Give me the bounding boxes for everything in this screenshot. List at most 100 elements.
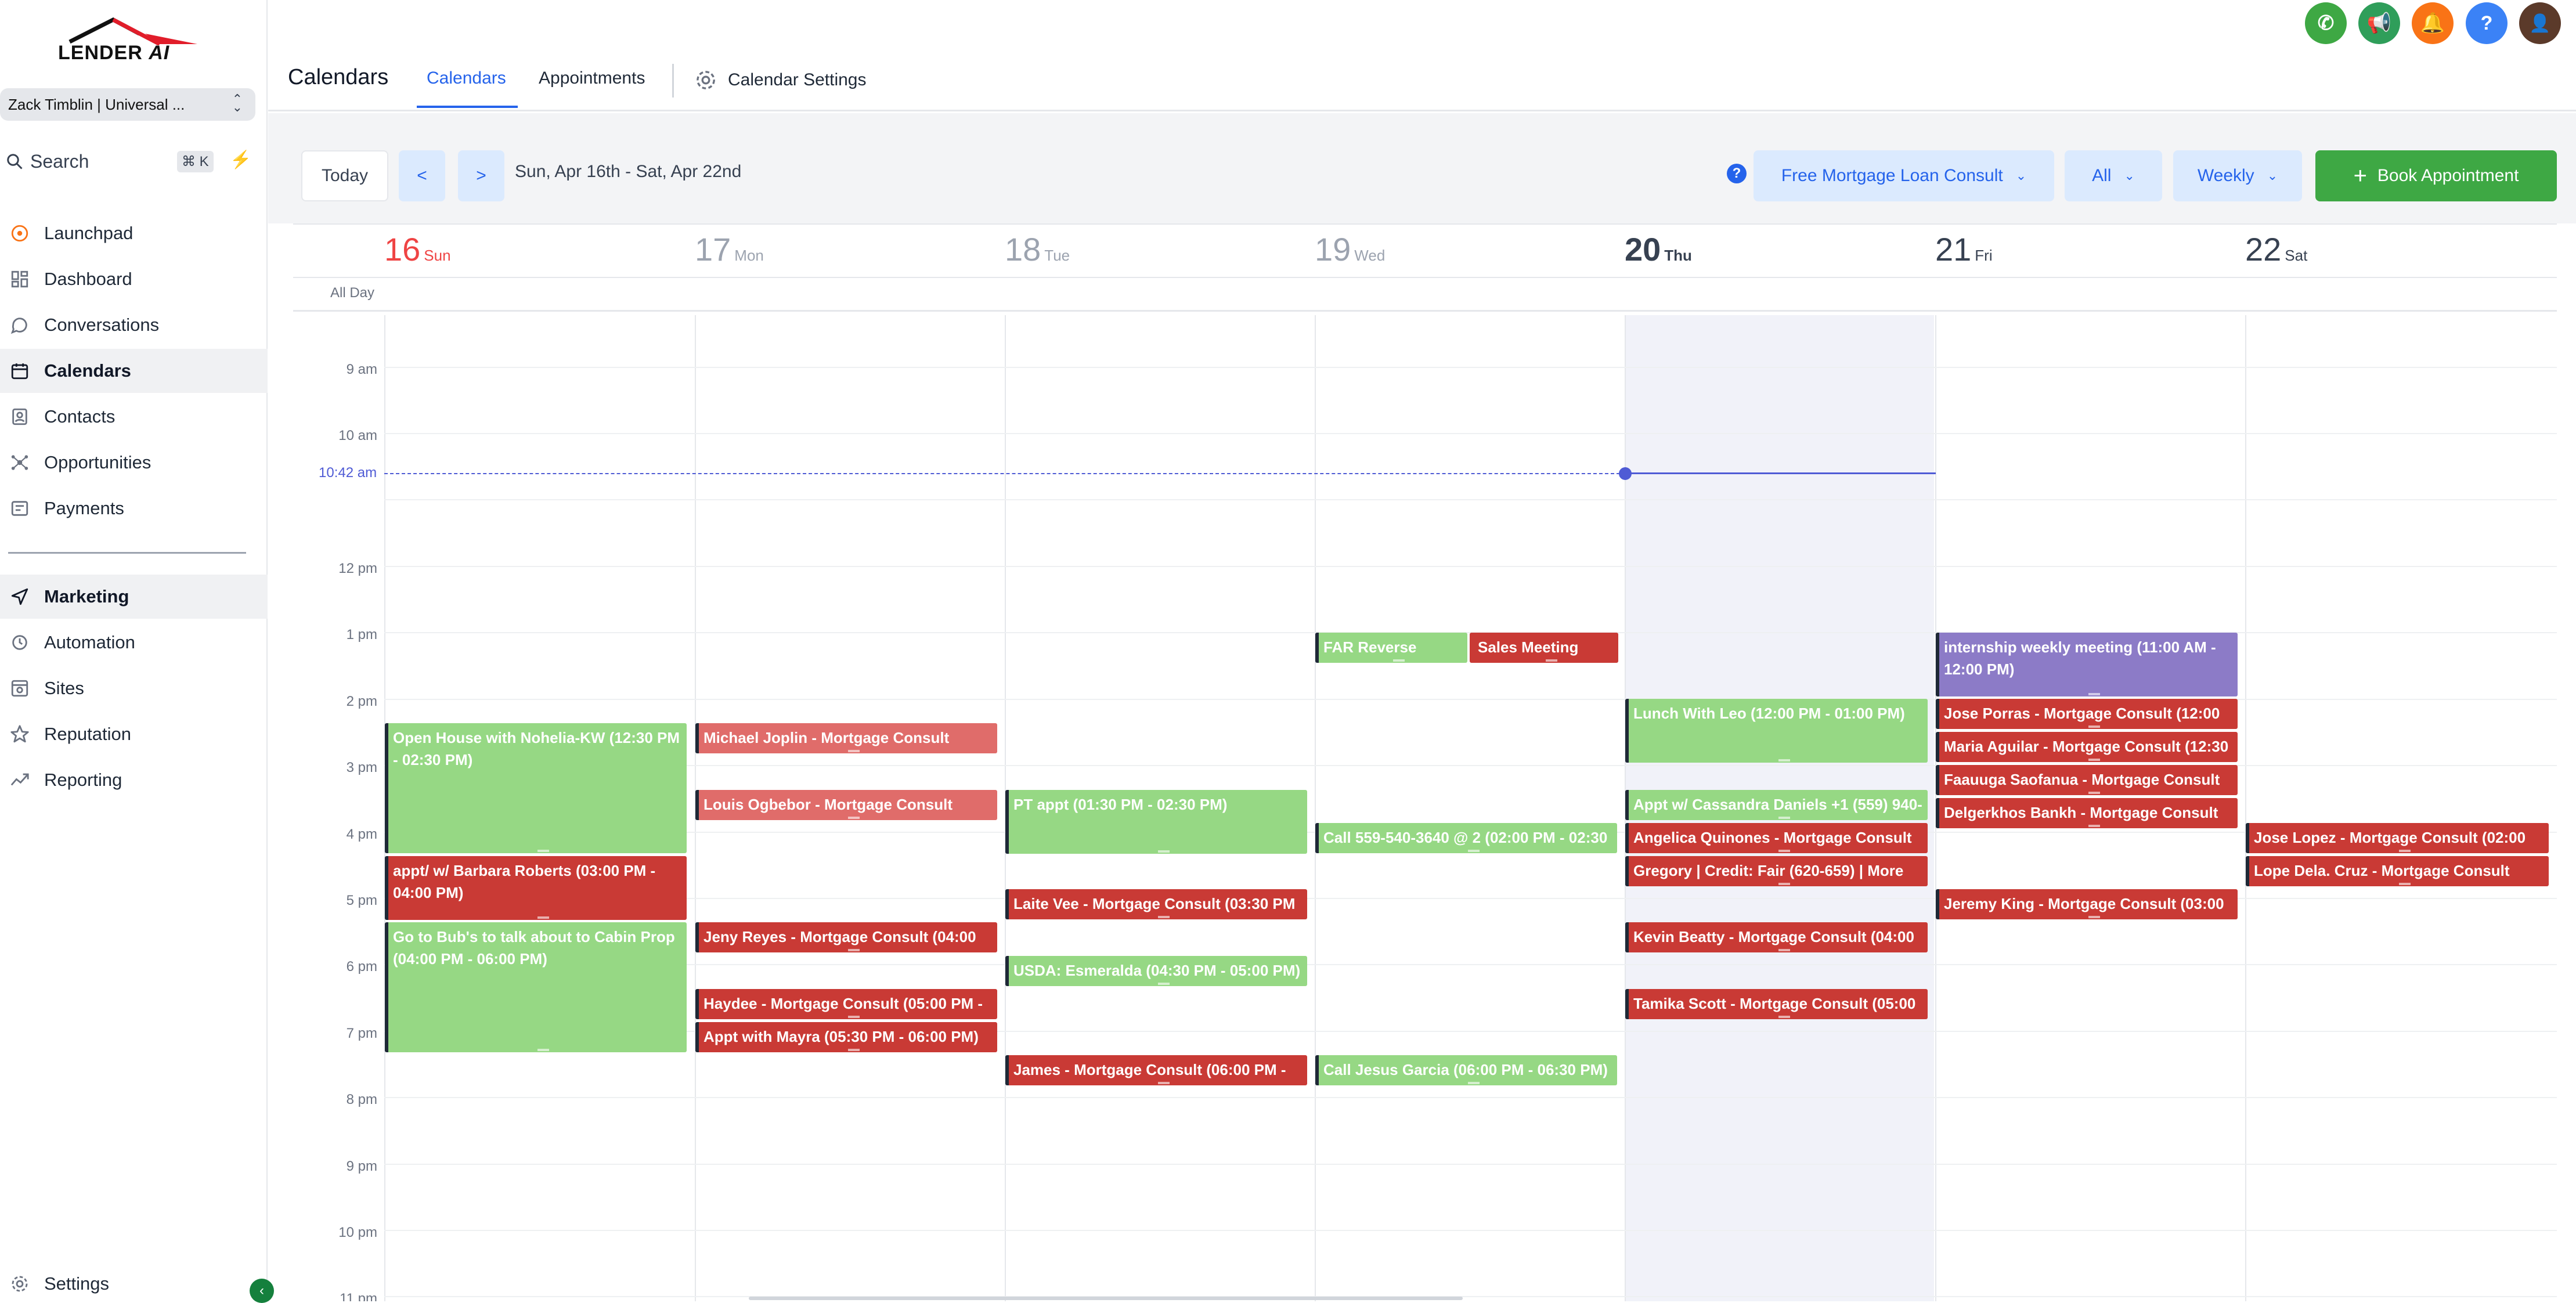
question-icon: ? <box>2480 12 2493 34</box>
event-title: FAR Reverse <box>1323 638 1417 656</box>
day-header-sat[interactable]: 22 Sat <box>2245 230 2307 268</box>
announcements-button[interactable]: 📢 <box>2358 2 2400 44</box>
calendar-event[interactable]: Laite Vee - Mortgage Consult (03:30 PM -… <box>1005 889 1307 919</box>
event-title: Call Jesus Garcia (06:00 PM - 06:30 PM) <box>1323 1061 1608 1078</box>
week-calendar: 16 Sun 17 Mon 18 Tue 19 Wed 20 Thu 21 Fri 22 Sa… <box>293 223 2557 1301</box>
calendar-event[interactable]: Kevin Beatty - Mortgage Consult (04:00 P… <box>1625 922 1928 952</box>
collapse-sidebar-button[interactable]: ‹ <box>250 1279 274 1303</box>
avatar[interactable]: 👤 <box>2519 2 2561 44</box>
calendar-event[interactable]: Michael Joplin - Mortgage Consult (12:30… <box>695 723 997 753</box>
calendar-event[interactable]: Maria Aguilar - Mortgage Consult (12:30 … <box>1936 732 2238 762</box>
calendar-event[interactable]: Haydee - Mortgage Consult (05:00 PM - 05… <box>695 989 997 1019</box>
lender-ai-logo[interactable]: LENDER AI <box>52 16 203 68</box>
calendar-event[interactable]: Gregory | Credit: Fair (620-659) | More <box>1625 856 1928 886</box>
account-switcher[interactable]: Zack Timblin | Universal ... ⌃ ⌄ <box>0 88 255 121</box>
calendar-event[interactable]: Delgerkhos Bankh - Mortgage Consult <box>1936 798 2238 828</box>
calendar-event[interactable]: Sales Meeting <box>1470 633 1618 663</box>
sidebar-item-reporting[interactable]: Reporting <box>0 758 268 802</box>
next-week-button[interactable]: > <box>458 150 504 201</box>
calendar-event[interactable]: USDA: Esmeralda (04:30 PM - 05:00 PM) <box>1005 956 1307 986</box>
current-time-line <box>1626 472 1936 474</box>
sidebar-item-label: Opportunities <box>44 452 151 472</box>
sidebar-item-dashboard[interactable]: Dashboard <box>0 257 268 301</box>
all-day-row[interactable] <box>293 277 2557 312</box>
calendar-event[interactable]: Jeremy King - Mortgage Consult (03:00 PM… <box>1936 889 2238 919</box>
calendar-event[interactable]: Angelica Quinones - Mortgage Consult <box>1625 823 1928 853</box>
hour-line <box>384 367 2557 368</box>
sidebar-item-sites[interactable]: Sites <box>0 666 268 710</box>
sidebar-item-automation[interactable]: Automation <box>0 620 268 665</box>
day-number: 21 <box>1935 231 1972 268</box>
sidebar-item-settings[interactable]: Settings <box>0 1266 268 1301</box>
calendar-event[interactable]: Tamika Scott - Mortgage Consult (05:00 P… <box>1625 989 1928 1019</box>
hour-line <box>384 1230 2557 1231</box>
calendar-filter-dropdown[interactable]: Free Mortgage Loan Consult ⌄ <box>1754 150 2054 201</box>
help-button[interactable]: ? <box>2466 2 2508 44</box>
event-title: Delgerkhos Bankh - Mortgage Consult <box>1944 804 2218 821</box>
sidebar-item-launchpad[interactable]: Launchpad <box>0 211 268 255</box>
search-label: Search <box>30 150 89 172</box>
sidebar-item-contacts[interactable]: Contacts <box>0 395 268 439</box>
sidebar-item-conversations[interactable]: Conversations <box>0 303 268 347</box>
calendar-event[interactable]: Go to Bub's to talk about to Cabin Prop … <box>385 922 687 1052</box>
active-tab-indicator <box>417 106 518 108</box>
bolt-icon[interactable]: ⚡ <box>230 150 251 170</box>
plus-icon: + <box>2353 163 2367 189</box>
calendar-event[interactable]: Faauuga Saofanua - Mortgage Consult <box>1936 765 2238 795</box>
user-filter-dropdown[interactable]: All ⌄ <box>2065 150 2162 201</box>
calendar-event[interactable]: Jeny Reyes - Mortgage Consult (04:00 PM … <box>695 922 997 952</box>
sidebar-item-label: Dashboard <box>44 269 132 289</box>
day-header-mon[interactable]: 17 Mon <box>695 230 764 268</box>
horizontal-scrollbar[interactable] <box>749 1297 1463 1300</box>
calendar-event[interactable]: Lunch With Leo (12:00 PM - 01:00 PM) <box>1625 699 1928 763</box>
calendar-event[interactable]: Lope Dela. Cruz - Mortgage Consult <box>2246 856 2549 886</box>
calendar-event[interactable]: Open House with Nohelia-KW (12:30 PM - 0… <box>385 723 687 853</box>
calendar-event[interactable]: Call 559-540-3640 @ 2 (02:00 PM - 02:30 … <box>1315 823 1617 853</box>
calendar-event[interactable]: Call Jesus Garcia (06:00 PM - 06:30 PM) <box>1315 1055 1617 1085</box>
day-header-tue[interactable]: 18 Tue <box>1005 230 1070 268</box>
calendar-event[interactable]: PT appt (01:30 PM - 02:30 PM) <box>1005 790 1307 854</box>
event-title: Call 559-540-3640 @ 2 (02:00 PM - 02:30 … <box>1323 829 1608 853</box>
sidebar-item-opportunities[interactable]: Opportunities <box>0 441 268 485</box>
calendar-event[interactable]: Louis Ogbebor - Mortgage Consult (01:30 … <box>695 790 997 820</box>
view-dropdown[interactable]: Weekly ⌄ <box>2173 150 2302 201</box>
phone-button[interactable]: ✆ <box>2305 2 2347 44</box>
tab-calendar-settings[interactable]: Calendar Settings <box>694 68 866 92</box>
tab-appointments[interactable]: Appointments <box>539 68 645 88</box>
calendar-event[interactable]: FAR Reverse <box>1315 633 1467 663</box>
chevron-left-icon: ‹ <box>259 1283 264 1298</box>
day-header-thu[interactable]: 20 Thu <box>1625 230 1692 268</box>
search-box[interactable]: Search ⌘ K ⚡ <box>0 145 255 178</box>
sidebar-item-marketing[interactable]: Marketing <box>0 575 268 619</box>
day-number: 18 <box>1005 231 1041 268</box>
time-label: 1 pm <box>346 627 377 643</box>
book-appointment-button[interactable]: + Book Appointment <box>2315 150 2557 201</box>
calendar-event[interactable]: internship weekly meeting (11:00 AM - 12… <box>1936 633 2238 696</box>
event-title: PT appt (01:30 PM - 02:30 PM) <box>1013 796 1228 813</box>
time-grid[interactable]: 9 am 10 am 12 pm 1 pm 2 pm 3 pm 4 pm 5 p… <box>293 315 2557 1301</box>
calendar-filter-value: Free Mortgage Loan Consult <box>1781 166 2003 185</box>
day-label: Sun <box>424 247 451 264</box>
calendar-event[interactable]: Jose Porras - Mortgage Consult (12:00 PM… <box>1936 699 2238 729</box>
day-header-wed[interactable]: 19 Wed <box>1315 230 1385 268</box>
time-label: 7 pm <box>346 1026 377 1041</box>
today-button[interactable]: Today <box>301 150 388 201</box>
tab-calendars[interactable]: Calendars <box>427 68 506 88</box>
calendar-event[interactable]: James - Mortgage Consult (06:00 PM - 06:… <box>1005 1055 1307 1085</box>
prev-week-button[interactable]: < <box>399 150 445 201</box>
search-shortcut: ⌘ K <box>177 151 214 172</box>
day-header-fri[interactable]: 21 Fri <box>1935 230 1993 268</box>
notifications-button[interactable]: 🔔 <box>2412 2 2454 44</box>
sidebar-item-calendars[interactable]: Calendars <box>0 349 268 393</box>
roof-logo-icon <box>68 17 197 45</box>
question-icon[interactable]: ? <box>1727 164 1747 183</box>
calendar-event[interactable]: appt/ w/ Barbara Roberts (03:00 PM - 04:… <box>385 856 687 920</box>
sidebar-item-reputation[interactable]: Reputation <box>0 712 268 756</box>
calendar-event[interactable]: Appt w/ Cassandra Daniels +1 (559) 940- <box>1625 790 1928 820</box>
logo-text: LENDER AI <box>58 42 169 64</box>
calendar-event[interactable]: Jose Lopez - Mortgage Consult (02:00 PM … <box>2246 823 2549 853</box>
sidebar-item-payments[interactable]: Payments <box>0 486 268 530</box>
day-header-sun[interactable]: 16 Sun <box>384 230 451 268</box>
sidebar-item-label: Reporting <box>44 770 122 790</box>
calendar-event[interactable]: Appt with Mayra (05:30 PM - 06:00 PM) <box>695 1022 997 1052</box>
